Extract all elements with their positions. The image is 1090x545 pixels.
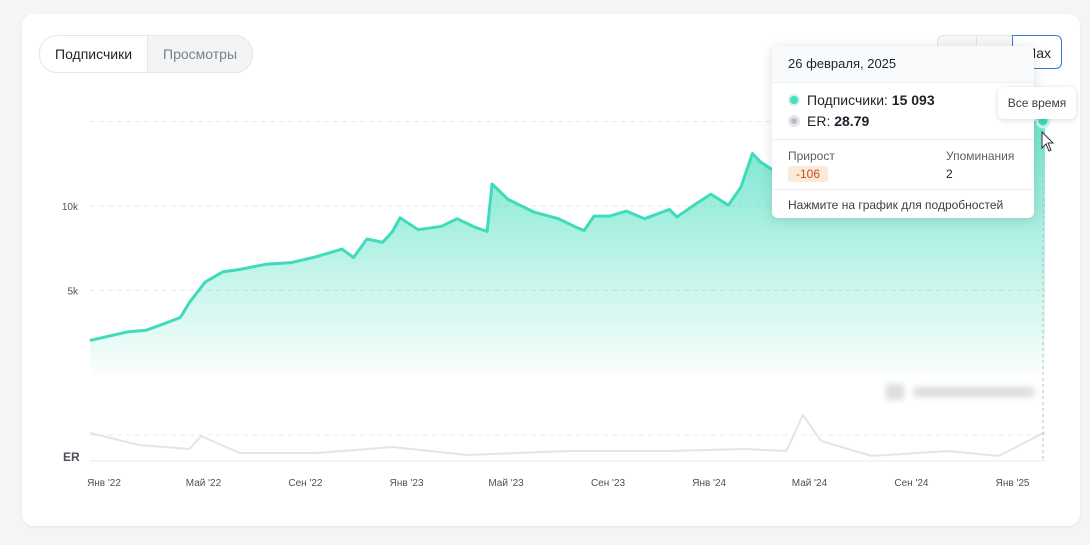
x-tick-label: Янв '22 [87,478,121,489]
x-tick-label: Май '23 [488,478,524,489]
er-label: ER: [807,113,831,129]
mentions-label: Упоминания [946,149,1015,163]
x-tick-label: Сен '22 [288,478,323,489]
growth-badge: -106 [788,166,829,182]
subscribers-dot-icon [788,94,800,106]
x-tick-label: Сен '24 [894,478,929,489]
growth-label: Прирост [788,149,835,163]
x-tick-label: Янв '24 [692,478,726,489]
y-tick-label: 5k [67,287,79,298]
x-tick-label: Май '24 [792,478,828,489]
x-tick-label: Янв '25 [996,478,1030,489]
subscribers-label: Подписчики: [807,92,888,108]
er-axis-label: ER [63,450,80,464]
tooltip-divider [772,139,1034,140]
all-time-tooltip: Все время [998,87,1076,119]
x-tick-label: Янв '23 [390,478,424,489]
subscribers-value: 15 093 [891,92,935,108]
tooltip-date: 26 февраля, 2025 [772,46,1034,83]
tooltip-er: ER: 28.79 [788,113,869,129]
watermark-logo [882,378,1042,406]
er-value: 28.79 [834,113,870,129]
x-tick-label: Сен '23 [591,478,626,489]
tooltip-footer: Нажмите на график для подробностей [788,198,1004,212]
er-dot-icon [788,115,800,127]
tooltip-subscribers: Подписчики: 15 093 [788,92,935,108]
mentions-value: 2 [946,167,953,181]
tooltip-divider-2 [772,189,1034,190]
data-tooltip: 26 февраля, 2025 Подписчики: 15 093 ER: … [772,46,1034,218]
y-tick-label: 10k [62,202,79,213]
x-tick-label: Май '22 [186,478,222,489]
